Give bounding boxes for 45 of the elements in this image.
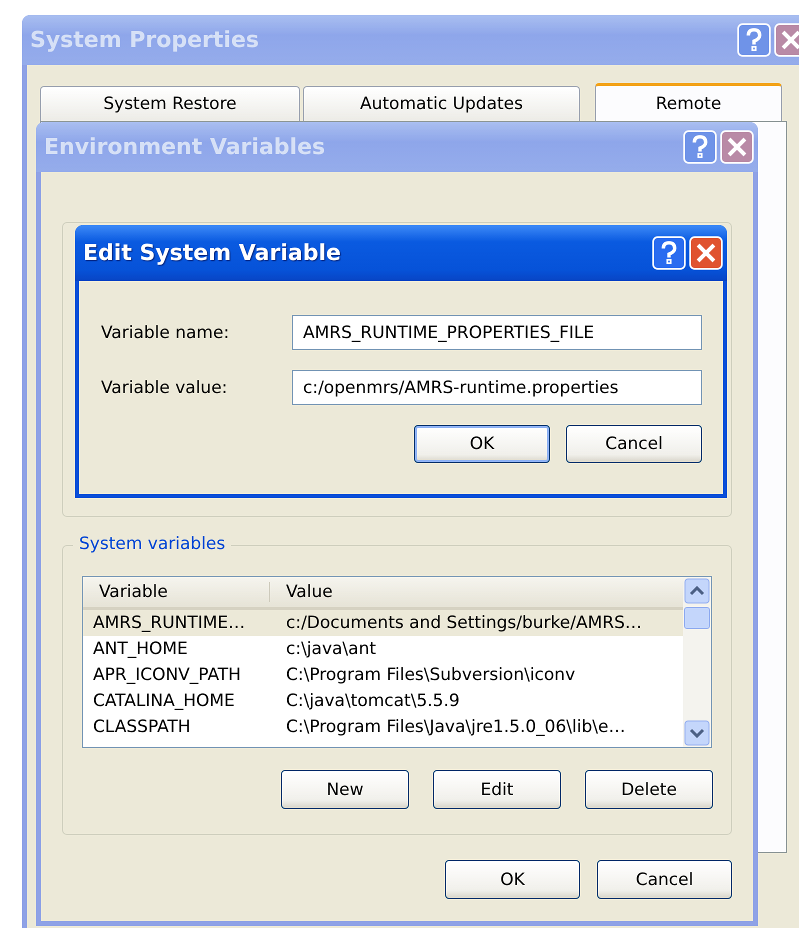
dialog-button[interactable]: OK — [445, 860, 580, 899]
list-row[interactable]: CLASSPATH C:\Program Files\Java\jre1.5.0_06\lib\e… — [83, 714, 683, 740]
table-cell-text: CLASSPATH — [92, 717, 192, 737]
dialog-button[interactable]: Cancel — [597, 860, 732, 899]
input-field[interactable]: AMRS_RUNTIME_PROPERTIES_FILE — [292, 315, 702, 350]
table-cell-text: ANT_HOME — [92, 639, 189, 659]
table-cell-text: AMRS_RUNTIME… — [92, 613, 246, 633]
window-title: Environment Variables — [44, 134, 326, 160]
window-title: Edit System Variable — [83, 240, 341, 266]
column-header[interactable]: Value — [270, 582, 683, 602]
tab[interactable]: System Restore — [40, 86, 300, 121]
list-row[interactable]: CATALINA_HOME C:\java\tomcat\5.5.9 — [83, 688, 683, 714]
window-title: System Properties — [30, 28, 259, 52]
tab[interactable]: Remote — [595, 83, 782, 121]
list-row[interactable]: ANT_HOME c:\java\ant — [83, 636, 683, 662]
help-icon[interactable] — [737, 23, 771, 57]
dialog-button[interactable]: New — [281, 770, 409, 809]
scroll-up-icon[interactable] — [684, 578, 710, 604]
dialog-button[interactable]: Cancel — [566, 425, 702, 463]
table-cell-text: C:\Program Files\Subversion\iconv — [285, 665, 576, 685]
table-cell-text: c:/Documents and Settings/burke/AMRS… — [285, 613, 643, 633]
dialog-button[interactable]: OK — [414, 425, 550, 463]
list-row[interactable]: APR_ICONV_PATH C:\Program Files\Subversion\iconv — [83, 662, 683, 688]
tab[interactable]: Automatic Updates — [303, 86, 580, 121]
scroll-down-icon[interactable] — [684, 720, 710, 746]
group-label: System variables — [73, 534, 232, 554]
scroll-thumb[interactable] — [684, 607, 710, 629]
column-header[interactable]: Variable — [83, 582, 270, 602]
close-icon[interactable] — [774, 23, 799, 57]
table-cell-text: CATALINA_HOME — [92, 691, 236, 711]
dialog-button[interactable]: Edit — [433, 770, 561, 809]
close-icon[interactable] — [689, 236, 723, 270]
field-label: Variable name: — [101, 322, 230, 342]
dialog-button[interactable]: Delete — [585, 770, 713, 809]
close-icon[interactable] — [720, 130, 754, 164]
table-cell-text: C:\java\tomcat\5.5.9 — [285, 691, 461, 711]
scrollbar[interactable] — [683, 577, 711, 747]
help-icon[interactable] — [683, 130, 717, 164]
help-icon[interactable] — [652, 236, 686, 270]
list-row[interactable]: AMRS_RUNTIME… c:/Documents and Settings/burke/AMRS… — [83, 610, 683, 636]
table-cell-text: C:\Program Files\Java\jre1.5.0_06\lib\e… — [285, 717, 626, 737]
field-label: Variable value: — [101, 378, 228, 398]
table-cell-text: c:\java\ant — [285, 639, 378, 659]
input-field[interactable]: c:/openmrs/AMRS-runtime.properties — [292, 370, 702, 405]
table-cell-text: APR_ICONV_PATH — [92, 665, 242, 685]
